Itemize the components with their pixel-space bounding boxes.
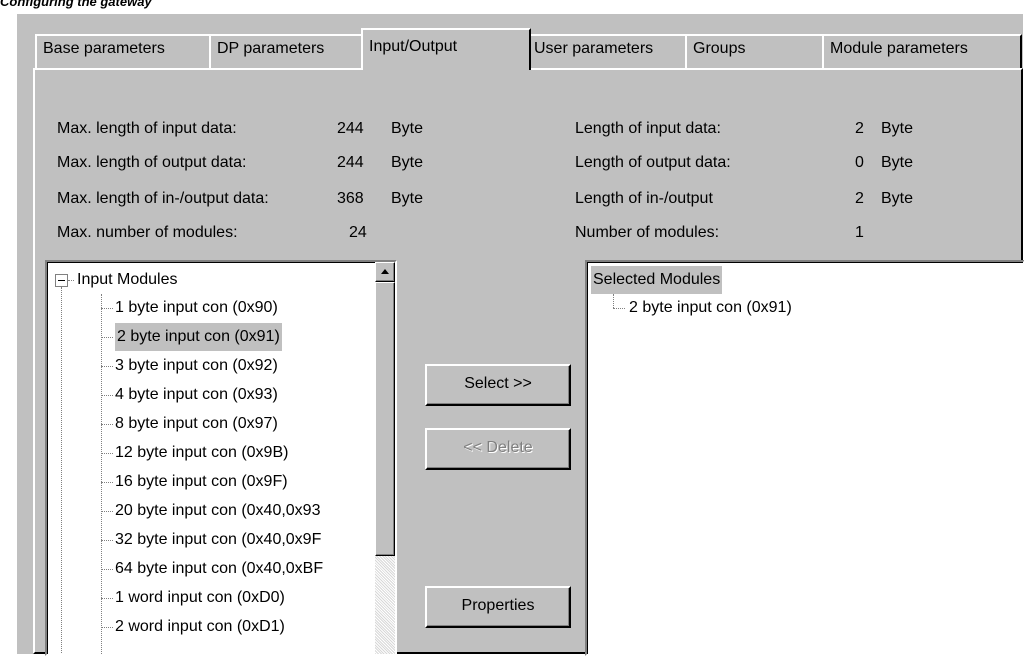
collapse-icon[interactable] [55, 274, 68, 287]
input-length-unit: Byte [881, 120, 914, 137]
module-list-item[interactable]: 20 byte input con (0x40,0x93 [115, 497, 320, 525]
module-list-item[interactable]: 8 byte input con (0x97) [115, 410, 278, 438]
input-length-value: 2 [855, 120, 864, 137]
output-length-value: 0 [855, 154, 864, 171]
input-output-panel: Max. length of input data: 244 Byte Max.… [33, 68, 1024, 656]
dialog-caption: Configuring the gateway [0, 0, 152, 9]
module-list-item[interactable]: 2 byte input con (0x91) [115, 323, 282, 351]
selected-module-item[interactable]: 2 byte input con (0x91) [629, 294, 792, 322]
tree-root-selected-modules[interactable]: Selected Modules [591, 266, 723, 294]
output-length-unit: Byte [881, 154, 914, 171]
tab-module-parameters[interactable]: Module parameters [822, 34, 1022, 68]
max-inout-label: Max. length of in-/output data: [57, 190, 269, 207]
properties-button[interactable]: Properties [425, 586, 571, 628]
module-list-item[interactable]: 4 byte input con (0x93) [115, 381, 278, 409]
inout-length-value: 2 [855, 190, 864, 207]
max-inout-unit: Byte [391, 190, 424, 207]
module-list-item[interactable]: 2 word input con (0xD1) [115, 613, 285, 641]
max-output-label: Max. length of output data: [57, 154, 247, 171]
scrollbar-thumb[interactable] [375, 282, 395, 556]
delete-button[interactable]: << Delete [425, 428, 571, 470]
module-count-value: 1 [855, 224, 864, 241]
module-list-item[interactable]: 32 byte input con (0x40,0x9F [115, 526, 321, 554]
max-modules-value: 24 [349, 224, 367, 241]
scroll-up-icon[interactable] [375, 262, 395, 282]
module-list-item[interactable]: 3 byte input con (0x92) [115, 352, 278, 380]
tab-groups[interactable]: Groups [685, 34, 837, 68]
tab-dp-parameters[interactable]: DP parameters [209, 34, 372, 68]
tab-base-parameters[interactable]: Base parameters [35, 34, 225, 68]
max-input-label: Max. length of input data: [57, 120, 237, 137]
module-list-item[interactable]: 1 word input con (0xD0) [115, 584, 285, 612]
tab-input-output[interactable]: Input/Output [361, 28, 531, 70]
module-list-item[interactable]: 12 byte input con (0x9B) [115, 439, 288, 467]
tab-user-parameters[interactable]: User parameters [526, 34, 704, 68]
tab-strip: Base parameters DP parameters User param… [17, 14, 1023, 70]
selected-modules-tree[interactable]: Selected Modules 2 byte input con (0x91) [585, 260, 1024, 656]
inout-length-unit: Byte [881, 190, 914, 207]
max-input-value: 244 [337, 120, 364, 137]
module-list-item[interactable]: 1 byte input con (0x90) [115, 294, 278, 322]
inout-length-label: Length of in-/output [575, 190, 713, 207]
module-count-label: Number of modules: [575, 224, 720, 241]
module-list-item[interactable]: 16 byte input con (0x9F) [115, 468, 288, 496]
input-length-label: Length of input data: [575, 120, 721, 137]
max-output-value: 244 [337, 154, 364, 171]
max-inout-value: 368 [337, 190, 364, 207]
max-modules-label: Max. number of modules: [57, 224, 238, 241]
output-length-label: Length of output data: [575, 154, 731, 171]
select-button[interactable]: Select >> [425, 364, 571, 406]
gateway-config-dialog: Base parameters DP parameters User param… [17, 14, 1024, 656]
available-modules-tree[interactable]: Input Modules 1 byte input con (0x90) 2 b… [45, 260, 397, 656]
tree-root-input-modules[interactable]: Input Modules [77, 266, 178, 294]
max-output-unit: Byte [391, 154, 424, 171]
available-modules-scrollbar[interactable] [375, 262, 395, 654]
module-list-item[interactable]: 64 byte input con (0x40,0xBF [115, 555, 323, 583]
max-input-unit: Byte [391, 120, 424, 137]
